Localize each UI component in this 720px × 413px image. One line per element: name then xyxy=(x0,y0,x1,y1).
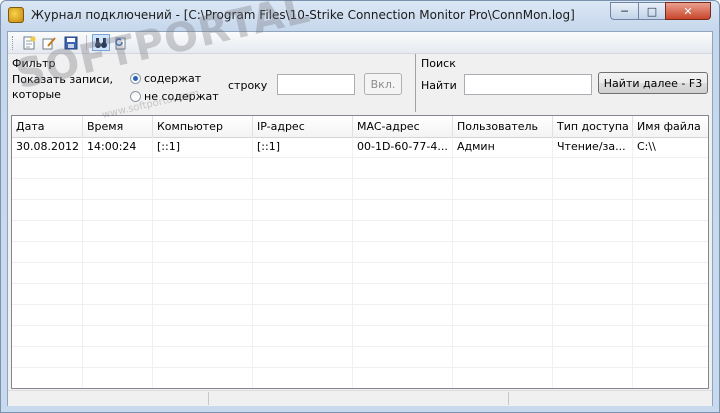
status-panel xyxy=(208,392,509,405)
find-button[interactable] xyxy=(92,34,110,51)
refresh-icon xyxy=(115,37,126,49)
toolbar-separator xyxy=(86,35,87,50)
cell-date: 30.08.2012 xyxy=(12,137,83,157)
string-label: строку xyxy=(228,79,268,92)
maximize-icon: □ xyxy=(646,4,658,18)
connection-log-window: Журнал подключений - [C:\Program Files\1… xyxy=(0,0,720,413)
search-panel: Поиск Найти Найти далее - F3 xyxy=(415,54,713,112)
column-mac[interactable]: MAC-адрес xyxy=(353,116,453,137)
grid-line xyxy=(252,137,253,388)
toolbar-grip[interactable] xyxy=(12,36,15,50)
find-next-button[interactable]: Найти далее - F3 xyxy=(598,72,708,94)
new-document-icon xyxy=(23,36,36,49)
table-header: Дата Время Компьютер IP-адрес MAC-адрес … xyxy=(12,116,708,138)
toolbar xyxy=(8,32,712,54)
empty-row xyxy=(12,305,708,326)
empty-row xyxy=(12,158,708,179)
maximize-button[interactable]: □ xyxy=(638,2,666,20)
empty-row xyxy=(12,368,708,388)
column-time[interactable]: Время xyxy=(83,116,153,137)
show-records-label: Показать записи, xyxy=(12,73,113,86)
cell-access-type: Чтение/за... xyxy=(553,137,633,157)
table-row[interactable]: 30.08.2012 14:00:24 [::1] [::1] 00-1D-60… xyxy=(12,137,708,158)
filter-string-input[interactable] xyxy=(277,74,355,95)
refresh-button[interactable] xyxy=(112,34,130,51)
search-title: Поиск xyxy=(421,57,456,70)
app-icon xyxy=(8,7,24,23)
cell-computer: [::1] xyxy=(153,137,253,157)
cell-ip: [::1] xyxy=(253,137,353,157)
cell-file-name: C:\\ xyxy=(637,140,656,153)
binoculars-icon xyxy=(95,37,107,48)
radio-contains[interactable] xyxy=(130,73,141,84)
which-label: которые xyxy=(12,88,61,101)
minimize-icon: ─ xyxy=(621,4,628,18)
cell-time: 14:00:24 xyxy=(83,137,153,157)
clear-log-icon xyxy=(42,36,56,49)
apply-filter-button[interactable]: Вкл. xyxy=(364,73,402,95)
empty-row xyxy=(12,200,708,221)
status-panel xyxy=(8,392,209,405)
status-panel xyxy=(508,392,704,405)
grid-line xyxy=(552,137,553,388)
save-icon xyxy=(64,36,78,49)
title-bar[interactable]: Журнал подключений - [C:\Program Files\1… xyxy=(1,1,719,31)
empty-row xyxy=(12,221,708,242)
column-file-name[interactable]: Имя файла xyxy=(633,116,708,137)
empty-row xyxy=(12,284,708,305)
close-icon: ✕ xyxy=(683,4,693,18)
empty-row xyxy=(12,179,708,200)
grid-line xyxy=(152,137,153,388)
column-user[interactable]: Пользователь xyxy=(453,116,553,137)
radio-contains-label[interactable]: содержат xyxy=(144,72,201,85)
close-button[interactable]: ✕ xyxy=(665,2,711,20)
new-document-button[interactable] xyxy=(20,34,38,51)
empty-row xyxy=(12,263,708,284)
column-access-type[interactable]: Тип доступа xyxy=(553,116,633,137)
empty-row xyxy=(12,326,708,347)
column-date[interactable]: Дата xyxy=(12,116,83,137)
log-table[interactable]: Дата Время Компьютер IP-адрес MAC-адрес … xyxy=(11,115,709,389)
radio-not-contains-label[interactable]: не содержат xyxy=(144,90,219,103)
grid-line xyxy=(352,137,353,388)
cell-user: Админ xyxy=(453,137,553,157)
filter-title: Фильтр xyxy=(12,57,56,70)
filter-panel: Фильтр Показать записи, которые содержат… xyxy=(8,54,412,112)
save-button[interactable] xyxy=(62,34,80,51)
status-bar xyxy=(8,390,712,406)
radio-not-contains[interactable] xyxy=(130,91,141,102)
client-area: Фильтр Показать записи, которые содержат… xyxy=(7,31,713,406)
grid-line xyxy=(452,137,453,388)
column-ip[interactable]: IP-адрес xyxy=(253,116,353,137)
grid-line xyxy=(82,137,83,388)
window-title: Журнал подключений - [C:\Program Files\1… xyxy=(31,8,575,22)
find-input[interactable] xyxy=(464,74,592,95)
column-computer[interactable]: Компьютер xyxy=(153,116,253,137)
grid-line xyxy=(632,137,633,388)
find-label: Найти xyxy=(421,79,457,92)
clear-log-button[interactable] xyxy=(40,34,58,51)
minimize-button[interactable]: ─ xyxy=(610,2,639,20)
empty-row xyxy=(12,347,708,368)
cell-mac: 00-1D-60-77-4... xyxy=(353,137,453,157)
empty-row xyxy=(12,242,708,263)
